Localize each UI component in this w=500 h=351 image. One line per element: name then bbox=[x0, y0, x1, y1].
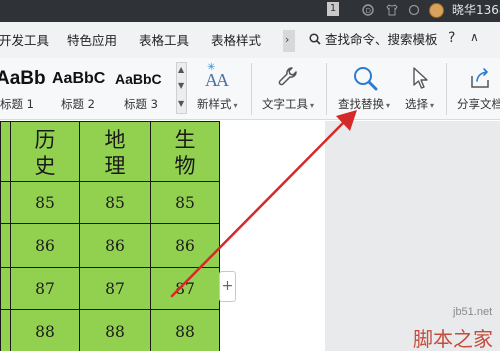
chevron-down-icon: ▾ bbox=[233, 101, 238, 110]
style-heading-1-sample[interactable]: AaBb bbox=[0, 68, 46, 90]
style-gallery-scroll[interactable]: ▲ ▼ ▼ bbox=[176, 62, 187, 114]
grade-table[interactable]: 历史 地理 生物 85 85 85 86 86 86 87 87 87 88 8… bbox=[0, 121, 220, 351]
header-char: 历 bbox=[34, 128, 56, 152]
more-tabs-button[interactable]: › bbox=[283, 30, 295, 52]
header-char: 地 bbox=[104, 128, 126, 152]
style-heading-2-sample[interactable]: AaBbC bbox=[52, 70, 105, 88]
new-style-label: 新样式 bbox=[197, 97, 232, 111]
table-header-cell[interactable]: 生物 bbox=[150, 121, 220, 182]
new-style-button[interactable]: 新样式 ▾ bbox=[197, 96, 238, 112]
search-command[interactable]: 查找命令、搜索模板 bbox=[309, 31, 438, 49]
table-cell[interactable]: 85 bbox=[79, 181, 151, 224]
table-cell[interactable]: 87 bbox=[79, 267, 151, 310]
document-icon[interactable]: D bbox=[362, 4, 374, 16]
wrench-icon[interactable] bbox=[278, 66, 300, 88]
ribbon-divider bbox=[251, 63, 252, 115]
table-cell[interactable]: 86 bbox=[79, 223, 151, 268]
header-char: 理 bbox=[104, 154, 126, 178]
watermark-url: jb51.net bbox=[453, 306, 493, 318]
chevron-down-icon: ▾ bbox=[386, 101, 391, 110]
select-label: 选择 bbox=[405, 97, 428, 111]
cursor-icon[interactable] bbox=[410, 66, 432, 90]
search-icon bbox=[309, 33, 321, 45]
ribbon-divider bbox=[446, 63, 447, 115]
table-cell[interactable]: 88 bbox=[150, 309, 220, 351]
user-name[interactable]: 晓华1368 bbox=[452, 2, 500, 18]
table-cell[interactable]: 88 bbox=[10, 309, 80, 351]
chevron-down-icon: ▾ bbox=[310, 101, 315, 110]
table-cell[interactable] bbox=[0, 223, 11, 268]
select-button[interactable]: 选择 ▾ bbox=[405, 96, 434, 112]
scroll-up-icon[interactable]: ▲ bbox=[178, 65, 184, 74]
table-cell[interactable]: 87 bbox=[150, 267, 220, 310]
table-cell[interactable] bbox=[0, 121, 11, 182]
settings-icon[interactable] bbox=[408, 4, 420, 16]
shirt-icon[interactable] bbox=[386, 4, 398, 16]
header-char: 生 bbox=[174, 128, 196, 152]
find-replace-label: 查找替换 bbox=[338, 97, 384, 111]
share-icon[interactable] bbox=[468, 66, 492, 90]
watermark-logo: 脚本之家 bbox=[413, 327, 493, 351]
style-heading-2-label[interactable]: 标题 2 bbox=[61, 96, 95, 112]
table-cell[interactable] bbox=[0, 309, 11, 351]
magnifier-icon[interactable] bbox=[352, 65, 378, 91]
tab-special-features[interactable]: 特色应用 bbox=[67, 33, 117, 49]
text-tools-label: 文字工具 bbox=[262, 97, 308, 111]
scroll-down-icon[interactable]: ▼ bbox=[178, 81, 184, 90]
tab-table-styles[interactable]: 表格样式 bbox=[211, 33, 261, 49]
table-header-cell[interactable]: 地理 bbox=[79, 121, 151, 182]
share-document-button[interactable]: 分享文档 bbox=[457, 96, 500, 112]
new-style-icon[interactable]: AA bbox=[205, 70, 229, 91]
tab-table-tools[interactable]: 表格工具 bbox=[139, 33, 189, 49]
chevron-down-icon: ▾ bbox=[430, 101, 435, 110]
table-cell[interactable]: 87 bbox=[10, 267, 80, 310]
find-replace-button[interactable]: 查找替换 ▾ bbox=[338, 96, 390, 112]
header-char: 物 bbox=[174, 154, 196, 178]
table-cell[interactable]: 86 bbox=[150, 223, 220, 268]
title-bar: 1 D 晓华1368 bbox=[0, 0, 500, 22]
table-cell[interactable]: 86 bbox=[10, 223, 80, 268]
add-column-button[interactable]: + bbox=[219, 271, 236, 302]
ribbon-divider bbox=[326, 63, 327, 115]
text-tools-button[interactable]: 文字工具 ▾ bbox=[262, 96, 314, 112]
table-cell[interactable] bbox=[0, 267, 11, 310]
expand-gallery-icon[interactable]: ▼ bbox=[178, 99, 184, 108]
table-cell[interactable]: 85 bbox=[10, 181, 80, 224]
collapse-ribbon-button[interactable]: ∧ bbox=[470, 30, 479, 44]
svg-text:D: D bbox=[366, 7, 371, 15]
table-header-cell[interactable]: 历史 bbox=[10, 121, 80, 182]
chevron-right-icon: › bbox=[285, 33, 290, 46]
table-cell[interactable]: 85 bbox=[150, 181, 220, 224]
search-command-label: 查找命令、搜索模板 bbox=[324, 32, 438, 47]
page-indicator[interactable]: 1 bbox=[327, 2, 339, 16]
style-heading-3-sample[interactable]: AaBbC bbox=[115, 71, 162, 87]
style-heading-1-label[interactable]: 标题 1 bbox=[0, 96, 34, 112]
help-button[interactable]: ? bbox=[448, 30, 455, 46]
tab-developer-tools[interactable]: 开发工具 bbox=[0, 33, 49, 49]
sparkle-icon: ✳ bbox=[207, 62, 216, 73]
style-heading-3-label[interactable]: 标题 3 bbox=[124, 96, 158, 112]
header-char: 史 bbox=[34, 154, 56, 178]
table-cell[interactable]: 88 bbox=[79, 309, 151, 351]
avatar[interactable] bbox=[429, 3, 444, 18]
table-cell[interactable] bbox=[0, 181, 11, 224]
